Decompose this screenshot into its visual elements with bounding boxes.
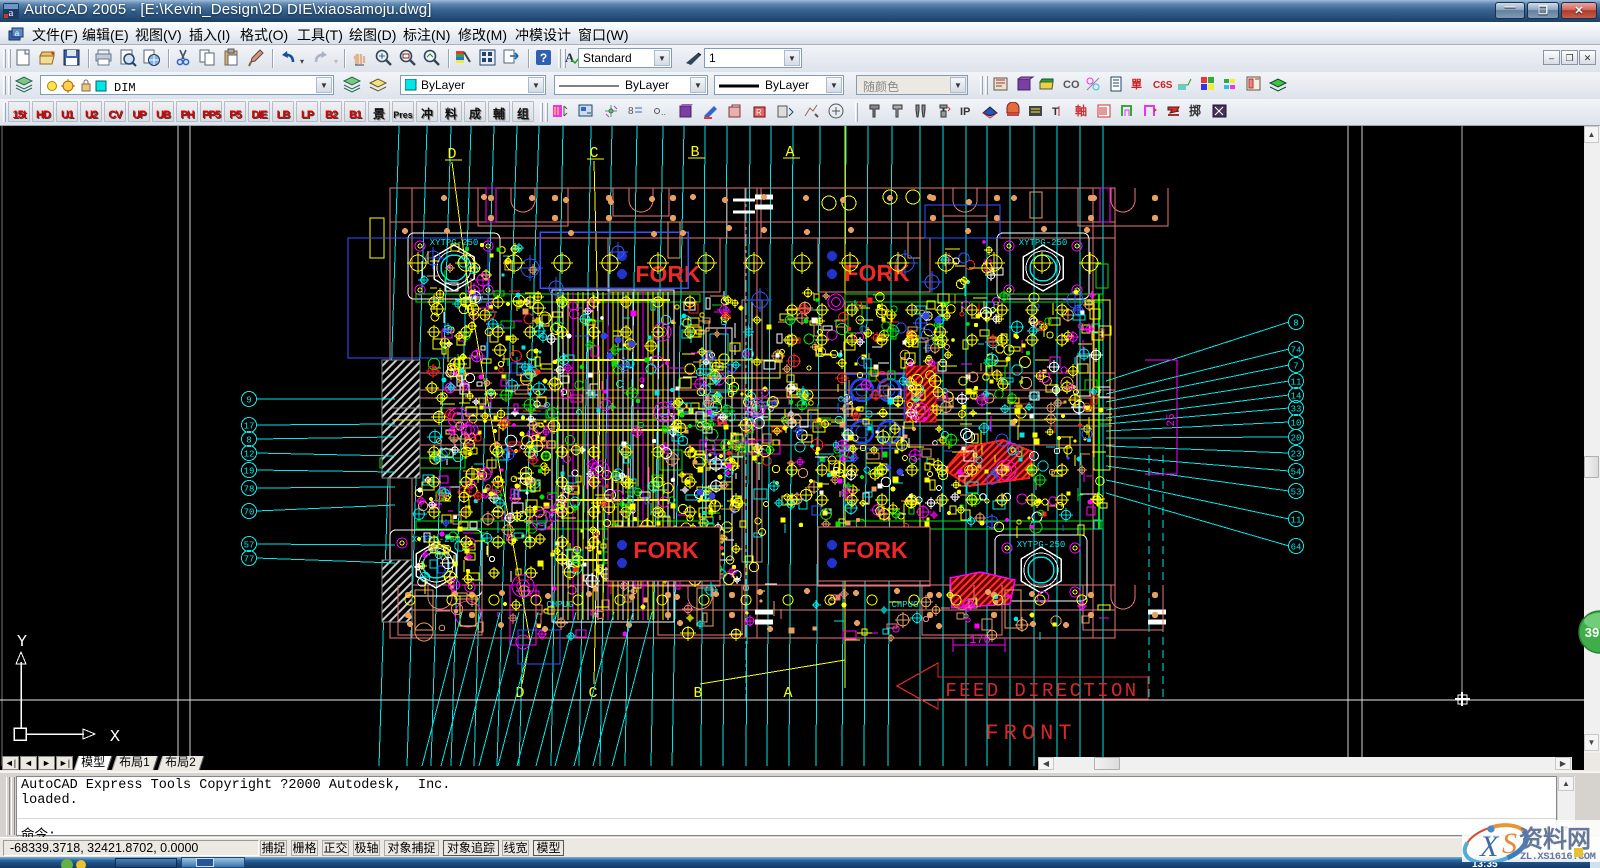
- svg-text:C6S: C6S: [1153, 80, 1173, 91]
- svg-text:IP: IP: [960, 106, 970, 118]
- svg-text:57: 57: [244, 541, 255, 551]
- svg-text:Y: Y: [17, 633, 27, 652]
- svg-text:11: 11: [1291, 378, 1302, 388]
- svg-text:33: 33: [1291, 405, 1302, 415]
- svg-text:74: 74: [1291, 346, 1302, 356]
- svg-text:XYTPG-250: XYTPG-250: [1017, 540, 1066, 550]
- svg-text:S: S: [1502, 827, 1517, 860]
- svg-text:78: 78: [244, 485, 255, 495]
- svg-text:11: 11: [1291, 516, 1302, 526]
- svg-text:8: 8: [1293, 319, 1298, 329]
- svg-text:FORK: FORK: [633, 537, 699, 563]
- svg-text:12: 12: [244, 450, 255, 460]
- svg-text:XYTPG-250: XYTPG-250: [1019, 238, 1068, 248]
- svg-text:FORK: FORK: [844, 260, 910, 286]
- svg-text:CHPUG: CHPUG: [546, 600, 573, 610]
- svg-text:..: ..: [661, 107, 666, 117]
- svg-text:軸: 軸: [1075, 103, 1087, 118]
- svg-text:單: 單: [1131, 78, 1142, 91]
- svg-text:17: 17: [244, 422, 255, 432]
- svg-text:T: T: [1052, 106, 1059, 118]
- svg-text:39: 39: [1585, 625, 1599, 640]
- svg-text:20: 20: [1291, 434, 1302, 444]
- svg-text:X: X: [110, 728, 120, 747]
- svg-text:掷: 掷: [1189, 103, 1201, 118]
- svg-text:ZL.XS1616.COM: ZL.XS1616.COM: [1520, 851, 1596, 862]
- svg-text:CO: CO: [1063, 79, 1080, 91]
- svg-text:70: 70: [244, 508, 255, 518]
- svg-text:a: a: [15, 29, 20, 38]
- svg-text:XYTPG-250: XYTPG-250: [430, 238, 479, 248]
- svg-text:a: a: [9, 7, 14, 19]
- svg-text:19: 19: [244, 467, 255, 477]
- svg-text:FORK: FORK: [842, 537, 908, 563]
- svg-text:8: 8: [246, 436, 251, 446]
- svg-text:B: B: [693, 685, 702, 702]
- svg-text:64: 64: [1291, 543, 1302, 553]
- svg-text:8: 8: [628, 106, 634, 117]
- svg-text:R: R: [756, 108, 762, 117]
- svg-text:?: ?: [540, 51, 547, 65]
- svg-text:53: 53: [1291, 488, 1302, 498]
- svg-text:FRONT: FRONT: [985, 721, 1076, 746]
- svg-text:23: 23: [1291, 450, 1302, 460]
- svg-text:9: 9: [246, 396, 251, 406]
- svg-text:A: A: [783, 685, 792, 702]
- svg-text:A: A: [565, 50, 575, 65]
- svg-text:7: 7: [1293, 362, 1298, 372]
- svg-text:DIM: DIM: [114, 81, 136, 94]
- svg-text:FEED DIRECTION: FEED DIRECTION: [945, 680, 1138, 702]
- svg-text:77: 77: [244, 555, 255, 565]
- svg-text:10: 10: [1291, 419, 1302, 429]
- svg-text:FORK: FORK: [635, 261, 701, 287]
- svg-text:25: 25: [1166, 413, 1178, 426]
- svg-text:X: X: [1479, 830, 1500, 862]
- svg-text:54: 54: [1291, 468, 1302, 478]
